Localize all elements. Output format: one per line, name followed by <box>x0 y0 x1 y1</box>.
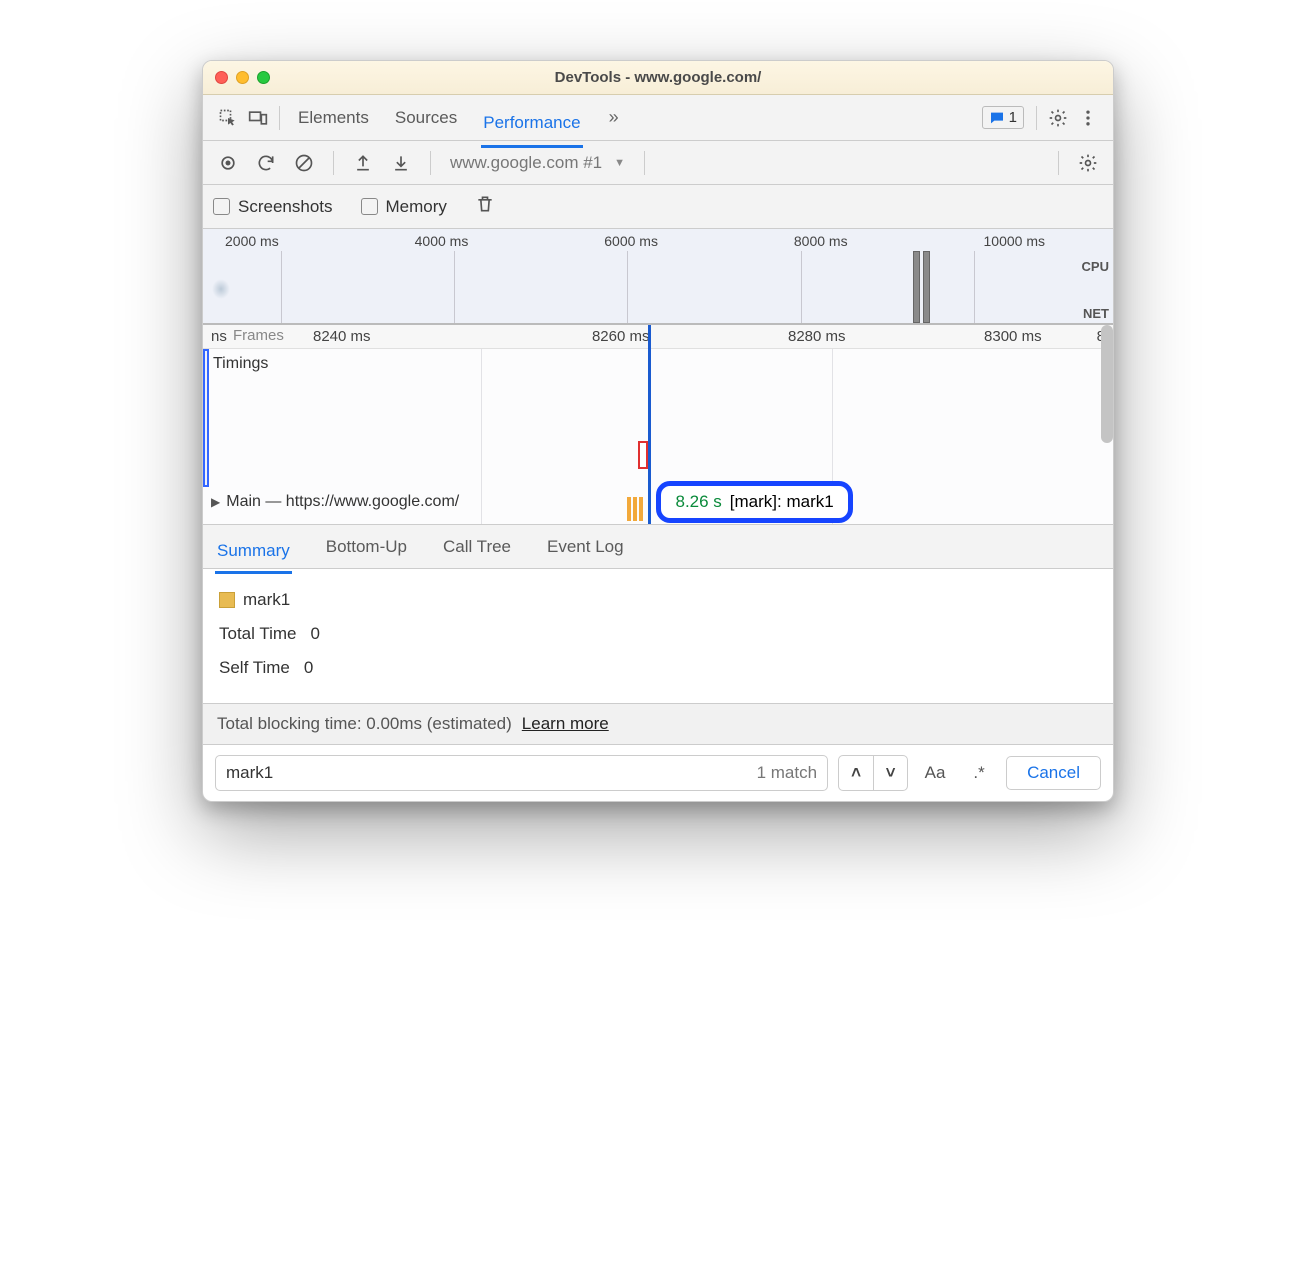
overview-tick: 10000 ms <box>984 233 1045 249</box>
tab-sources[interactable]: Sources <box>393 96 459 140</box>
main-toolbar: Elements Sources Performance » 1 <box>203 95 1113 141</box>
overview-tick: 8000 ms <box>794 233 848 249</box>
more-tabs-icon[interactable]: » <box>609 107 619 128</box>
expand-icon[interactable]: ▶ <box>211 495 220 509</box>
search-next-icon[interactable]: ˅ <box>873 756 907 790</box>
capture-options: Screenshots Memory <box>203 185 1113 229</box>
device-toggle-icon[interactable] <box>243 103 273 133</box>
cancel-button[interactable]: Cancel <box>1006 756 1101 790</box>
search-prev-icon[interactable]: ˄ <box>839 756 873 790</box>
self-time-label: Self Time <box>219 651 290 685</box>
search-input[interactable] <box>226 763 749 783</box>
ruler-tick: 8300 ms <box>886 328 1082 345</box>
cpu-label: CPU <box>1082 259 1109 274</box>
tab-call-tree[interactable]: Call Tree <box>441 527 513 567</box>
window-title: DevTools - www.google.com/ <box>203 69 1113 86</box>
search-nav: ˄ ˅ <box>838 755 908 791</box>
titlebar[interactable]: DevTools - www.google.com/ <box>203 61 1113 95</box>
chevron-down-icon: ▼ <box>614 157 625 169</box>
tab-elements[interactable]: Elements <box>296 96 371 140</box>
overview-range-handles[interactable] <box>913 251 933 323</box>
overview-tick: 2000 ms <box>225 233 279 249</box>
panel-tabs: Elements Sources Performance » <box>296 96 976 140</box>
settings-icon[interactable] <box>1043 103 1073 133</box>
flame-chart[interactable]: ns Frames 8240 ms 8260 ms 8280 ms 8300 m… <box>203 325 1113 525</box>
mark-time: 8.26 s <box>675 492 721 512</box>
feedback-badge[interactable]: 1 <box>982 106 1024 129</box>
frames-track-label: Frames <box>233 327 284 344</box>
total-time-label: Total Time <box>219 617 296 651</box>
main-track[interactable]: ▶ Main — https://www.google.com/ <box>211 493 459 511</box>
memory-checkbox[interactable] <box>361 198 378 215</box>
search-match-count: 1 match <box>757 763 817 783</box>
overview-tick: 4000 ms <box>415 233 469 249</box>
kebab-menu-icon[interactable] <box>1073 103 1103 133</box>
capture-settings-icon[interactable] <box>1073 148 1103 178</box>
recording-select[interactable]: www.google.com #1 ▼ <box>445 150 630 176</box>
clear-icon[interactable] <box>289 148 319 178</box>
search-bar: 1 match ˄ ˅ Aa .* Cancel <box>203 745 1113 801</box>
timings-track-label: Timings <box>213 355 268 373</box>
feedback-count: 1 <box>1009 109 1017 126</box>
devtools-window: DevTools - www.google.com/ Elements Sour… <box>202 60 1114 802</box>
ruler-tick: 8280 ms <box>689 328 885 345</box>
search-box: 1 match <box>215 755 828 791</box>
status-bar: Total blocking time: 0.00ms (estimated) … <box>203 703 1113 745</box>
frames-bar <box>203 349 209 487</box>
vertical-scrollbar[interactable] <box>1101 325 1113 443</box>
tab-summary[interactable]: Summary <box>215 531 292 574</box>
screenshots-checkbox[interactable] <box>213 198 230 215</box>
summary-name: mark1 <box>243 583 290 617</box>
tab-event-log[interactable]: Event Log <box>545 527 626 567</box>
mark-tooltip: 8.26 s [mark]: mark1 <box>656 481 852 523</box>
recording-select-label: www.google.com #1 <box>450 153 602 173</box>
recording-toolbar: www.google.com #1 ▼ <box>203 141 1113 185</box>
overview-timeline[interactable]: 2000 ms 4000 ms 6000 ms 8000 ms 10000 ms… <box>203 229 1113 325</box>
detail-ruler: ns Frames 8240 ms 8260 ms 8280 ms 8300 m… <box>203 325 1113 349</box>
time-cursor[interactable] <box>648 325 651 524</box>
case-sensitive-toggle[interactable]: Aa <box>918 763 952 783</box>
summary-panel: mark1 Total Time 0 Self Time 0 <box>203 569 1113 703</box>
tab-bottom-up[interactable]: Bottom-Up <box>324 527 409 567</box>
blocking-time-text: Total blocking time: 0.00ms (estimated) <box>217 714 512 734</box>
regex-toggle[interactable]: .* <box>962 763 996 783</box>
details-tabs: Summary Bottom-Up Call Tree Event Log <box>203 525 1113 569</box>
mark-label: [mark]: mark1 <box>730 492 834 512</box>
self-time-value: 0 <box>304 651 313 685</box>
memory-label: Memory <box>386 197 447 217</box>
inspect-icon[interactable] <box>213 103 243 133</box>
reload-icon[interactable] <box>251 148 281 178</box>
garbage-collect-icon[interactable] <box>475 194 495 219</box>
main-track-label: Main — https://www.google.com/ <box>226 493 459 511</box>
download-icon[interactable] <box>386 148 416 178</box>
ruler-tick: 8260 ms <box>493 328 689 345</box>
upload-icon[interactable] <box>348 148 378 178</box>
screenshots-label: Screenshots <box>238 197 333 217</box>
main-activity-bars <box>627 497 643 521</box>
record-icon[interactable] <box>213 148 243 178</box>
mark-color-swatch <box>219 592 235 608</box>
net-label: NET <box>1083 306 1109 321</box>
timing-marker[interactable] <box>638 441 648 469</box>
total-time-value: 0 <box>310 617 319 651</box>
learn-more-link[interactable]: Learn more <box>522 714 609 734</box>
overview-tick: 6000 ms <box>604 233 658 249</box>
tab-performance[interactable]: Performance <box>481 101 582 148</box>
